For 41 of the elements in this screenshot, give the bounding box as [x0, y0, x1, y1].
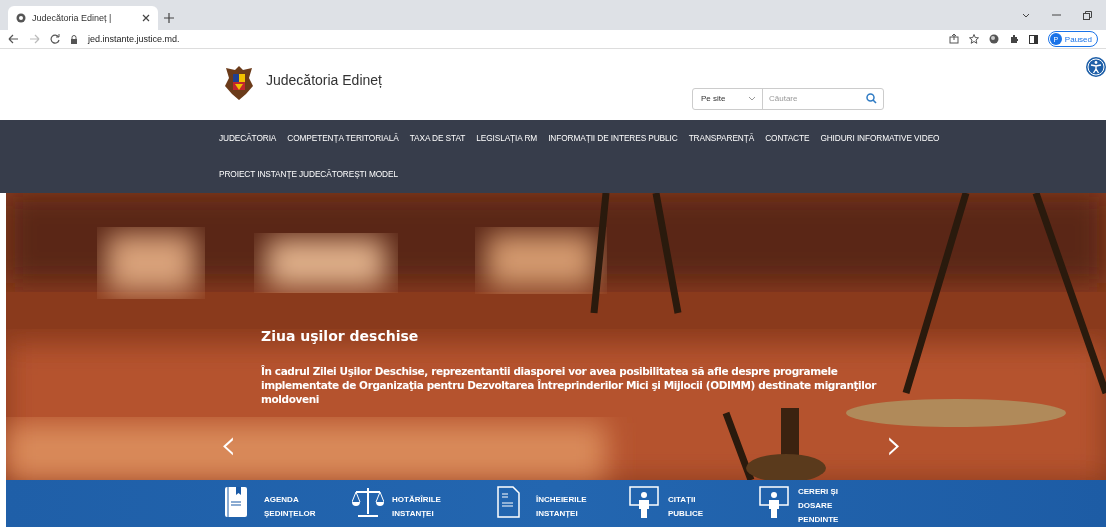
- puzzle-icon[interactable]: [1008, 34, 1019, 44]
- quick-link[interactable]: AGENDA ȘEDINȚELOR: [264, 493, 316, 521]
- next-slide-button[interactable]: ›: [886, 425, 903, 465]
- lock-icon: [70, 34, 78, 44]
- nav-link[interactable]: TAXA DE STAT: [409, 133, 466, 143]
- quick-link[interactable]: ÎNCHEIERILE INSTANȚEI: [536, 493, 587, 521]
- restore-icon[interactable]: [1083, 10, 1092, 20]
- star-icon[interactable]: [968, 34, 979, 44]
- globe-icon: [16, 13, 26, 23]
- nav-link[interactable]: LEGISLAȚIA RM: [476, 133, 538, 143]
- nav-link[interactable]: COMPETENȚA TERITORIALĂ: [287, 133, 399, 143]
- nav-link[interactable]: INFORMAȚII DE INTERES PUBLIC: [548, 133, 678, 143]
- nav-link[interactable]: GHIDURI INFORMATIVE VIDEO: [820, 133, 940, 143]
- tab-title: Judecătoria Edineț |: [32, 13, 113, 23]
- speaker-at-board-icon[interactable]: [628, 486, 660, 519]
- slide-description: În cadrul Zilei Uşilor Deschise, reprezentantii diasporei vor avea posibilitatea să afle despre programele implementate de Organizaţia pentru Dezvoltarea Întreprinderilor Mici şi Mijlocii (ODIMM) destinate migranţilor moldoveni: [261, 364, 878, 406]
- quick-link[interactable]: CITAȚII PUBLICE: [668, 493, 704, 521]
- speaker-at-board-icon[interactable]: [758, 486, 790, 519]
- reload-icon[interactable]: [50, 34, 60, 44]
- side-panel-icon[interactable]: [1028, 34, 1038, 44]
- search-field[interactable]: Pe site Căutare: [692, 87, 884, 110]
- quick-link[interactable]: HOTĂRÎRILE INSTANȚEI: [392, 493, 441, 521]
- scales-icon[interactable]: [352, 486, 384, 519]
- coat-of-arms-logo[interactable]: [222, 63, 256, 102]
- accessibility-icon[interactable]: [1086, 57, 1106, 77]
- search-icon[interactable]: [866, 93, 877, 104]
- quick-link[interactable]: CERERI ȘI DOSARE PENDINTE: [798, 485, 839, 527]
- browser-tab[interactable]: Judecătoria Edineț |: [8, 6, 158, 30]
- address-field[interactable]: jed.instante.justice.md.: [88, 34, 939, 44]
- chevron-down-icon[interactable]: [1022, 12, 1030, 18]
- back-icon[interactable]: [8, 34, 19, 44]
- chevron-down-icon: [748, 96, 756, 101]
- nav-link[interactable]: PROIECT INSTANȚE JUDECĂTOREȘTI MODEL: [219, 169, 398, 179]
- new-tab-icon[interactable]: [164, 13, 174, 23]
- close-icon[interactable]: [142, 14, 150, 22]
- slide-title: Ziua uşilor deschise: [261, 328, 420, 344]
- nav-link[interactable]: JUDECĂTORIA: [219, 133, 277, 143]
- share-icon[interactable]: [948, 34, 959, 44]
- nav-link[interactable]: CONTACTE: [765, 133, 810, 143]
- nav-link[interactable]: TRANSPARENȚĂ: [688, 133, 755, 143]
- site-title[interactable]: Judecătoria Edineț: [266, 71, 382, 88]
